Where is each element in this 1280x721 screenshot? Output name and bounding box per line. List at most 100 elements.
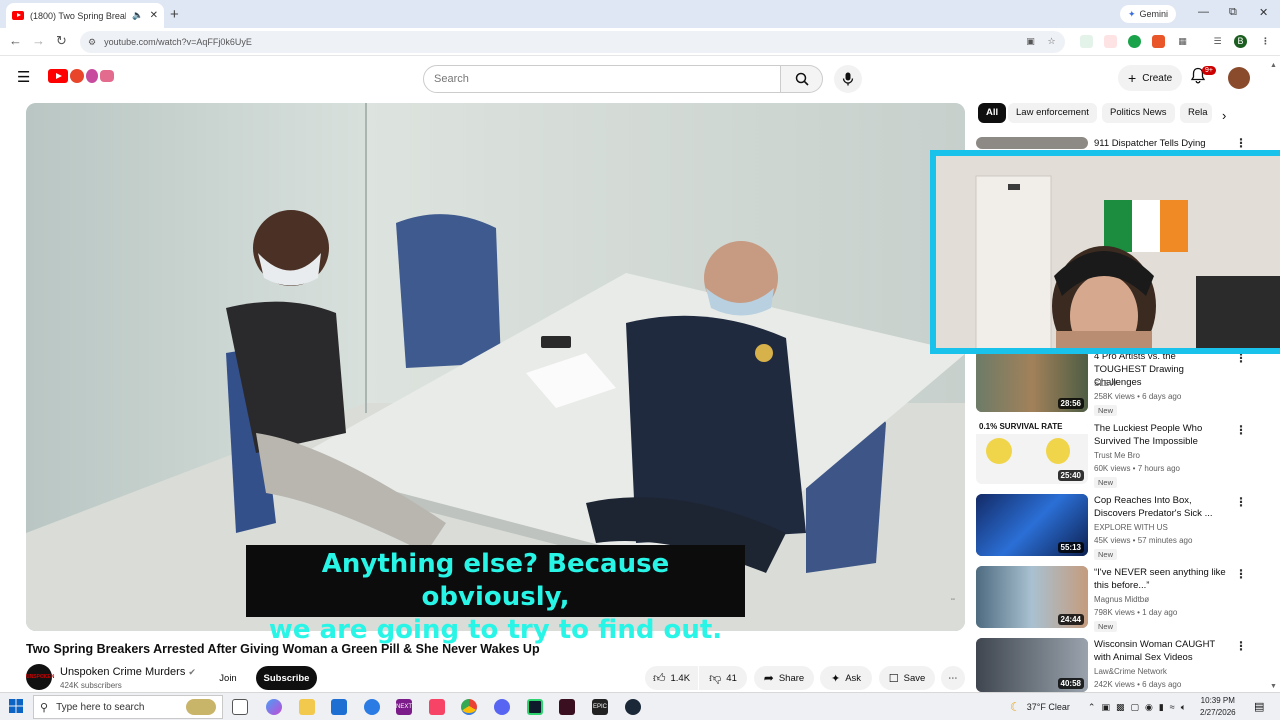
video-menu-icon[interactable]: ⋮ [1235,136,1247,150]
taskbar-search-placeholder: Type here to search [56,701,145,713]
chevron-right-icon[interactable]: › [1222,108,1226,123]
browser-tab[interactable]: (1800) Two Spring Breakers 🔈 ✕ [6,3,164,28]
webcam-overlay [930,150,1280,354]
video-thumbnail[interactable] [976,137,1088,149]
related-video-title[interactable]: Cop Reaches Into Box, Discovers Predator… [1094,494,1230,520]
hamburger-menu-icon[interactable]: ☰ [17,68,30,86]
steam-icon[interactable] [625,699,641,715]
chip-rela[interactable]: Rela [1180,103,1212,123]
save-button[interactable]: ☐ Save [879,666,935,690]
related-video-channel[interactable]: Law&Crime Network [1094,665,1167,678]
dislike-button[interactable]: 👎︎ 41 [699,666,747,690]
related-video-channel[interactable]: Magnus Midtbø [1094,593,1149,606]
related-video-meta: 258K views • 6 days ago [1094,392,1182,401]
video-thumbnail[interactable]: 40:58 [976,638,1088,692]
chrome-icon[interactable] [461,699,477,715]
tray-app-icon[interactable]: ▢ [1130,702,1139,713]
forward-arrow-icon[interactable]: → [32,33,45,48]
install-app-icon[interactable]: ▣ [1024,35,1037,48]
voice-search-button[interactable] [834,65,862,93]
bookmark-star-icon[interactable]: ☆ [1045,35,1058,48]
related-video-channel[interactable]: Trust Me Bro [1094,449,1140,462]
video-thumbnail[interactable]: 28:56 [976,350,1088,412]
tray-app-icon[interactable]: ▮ [1159,702,1164,713]
extension-icon[interactable] [1104,35,1117,48]
browser-menu-icon[interactable]: ⋮ [1259,35,1272,48]
reload-icon[interactable]: ↻ [56,33,67,49]
chip-law-enforcement[interactable]: Law enforcement [1008,103,1097,123]
window-close-icon[interactable]: ✕ [1259,6,1268,19]
store-icon[interactable] [331,699,347,715]
task-view-icon[interactable] [232,699,248,715]
account-avatar[interactable] [1228,67,1250,89]
channel-name[interactable]: Unspoken Crime Murders ✔ [60,666,196,678]
youtube-logo[interactable] [48,69,114,83]
video-menu-icon[interactable]: ⋮ [1235,423,1247,437]
reading-list-icon[interactable]: ☰ [1211,35,1224,48]
tray-app-icon[interactable]: ▩ [1116,702,1125,713]
related-video-channel[interactable]: SLEW [1094,377,1117,390]
system-clock[interactable]: 10:39 PM 2/27/2026 [1200,695,1236,719]
related-video-title[interactable]: Wisconsin Woman CAUGHT with Animal Sex V… [1094,638,1230,664]
like-button[interactable]: 👍︎ 1.4K [645,666,698,690]
volume-icon[interactable]: 🔈︎ [1181,702,1186,713]
video-thumbnail[interactable]: 55:13 [976,494,1088,556]
taskbar-search-input[interactable]: ⚲ Type here to search [33,695,223,719]
file-explorer-icon[interactable] [299,699,315,715]
tab-title: (1800) Two Spring Breakers [30,10,126,21]
tray-app-icon[interactable]: ▣ [1101,702,1110,713]
extension-icon[interactable] [1128,35,1141,48]
subscribe-button[interactable]: Subscribe [256,666,317,690]
epic-games-icon[interactable]: EPIC [592,699,608,715]
video-menu-icon[interactable]: ⋮ [1235,567,1247,581]
related-video-title[interactable]: The Luckiest People Who Survived The Imp… [1094,422,1230,448]
back-arrow-icon[interactable]: ← [9,33,22,48]
video-thumbnail[interactable]: 24:44 [976,566,1088,628]
tray-app-icon[interactable]: ◉ [1145,702,1153,713]
chip-all[interactable]: All [978,103,1007,123]
tab-audio-icon[interactable]: 🔈 [132,10,143,21]
music-icon[interactable] [429,699,445,715]
search-button[interactable] [781,65,823,93]
share-icon: ➦ [763,671,774,685]
gemini-button[interactable]: ✦ Gemini [1120,5,1177,23]
tray-chevron-icon[interactable]: ⌃ [1088,702,1096,713]
microphone-icon [842,72,854,86]
app-icon[interactable] [527,699,543,715]
wifi-icon[interactable]: ≈ [1170,702,1175,712]
extension-icon[interactable] [1152,35,1165,48]
tab-close-icon[interactable]: ✕ [150,10,158,21]
chip-politics-news[interactable]: Politics News [1102,103,1175,123]
discord-icon[interactable] [494,699,510,715]
ask-button[interactable]: ✦ Ask [820,666,872,690]
extension-icon[interactable] [1080,35,1093,48]
related-video-title[interactable]: “I've NEVER seen anything like this befo… [1094,566,1230,592]
related-video-channel[interactable]: EXPLORE WITH US [1094,521,1168,534]
video-thumbnail[interactable]: 0.1% SURVIVAL RATE 25:40 [976,422,1088,484]
weather-text[interactable]: 37°F Clear [1027,702,1070,712]
app-icon[interactable] [559,699,575,715]
related-video-title[interactable]: 911 Dispatcher Tells Dying [1094,137,1230,150]
new-badge: New [1094,549,1118,560]
copilot-icon[interactable] [266,699,282,715]
minimize-icon[interactable]: — [1198,6,1209,18]
share-button[interactable]: ➦ Share [754,666,814,690]
profile-avatar-icon[interactable]: B [1234,35,1247,48]
notification-center-icon[interactable]: ▤ [1254,700,1264,713]
create-button[interactable]: + Create [1118,65,1183,91]
search-input[interactable]: Search [423,65,781,93]
video-menu-icon[interactable]: ⋮ [1235,639,1247,653]
address-bar[interactable]: ⚙ youtube.com/watch?v=AqFFj0k6UyE [80,31,1065,53]
join-button[interactable]: Join [206,666,250,690]
video-menu-icon[interactable]: ⋮ [1235,495,1247,509]
channel-name-text: Unspoken Crime Murders [60,666,186,678]
channel-avatar[interactable]: UNSPOKEN [26,664,54,690]
restore-icon[interactable]: ⧉ [1229,6,1237,19]
nextdns-icon[interactable]: NEXT [396,699,412,715]
mail-icon[interactable] [364,699,380,715]
new-tab-button[interactable]: + [170,6,179,23]
extensions-puzzle-icon[interactable]: ▦ [1176,35,1189,48]
site-info-icon[interactable]: ⚙ [88,37,96,48]
windows-start-icon[interactable] [9,699,23,718]
more-actions-icon[interactable]: ⋯ [941,666,965,690]
